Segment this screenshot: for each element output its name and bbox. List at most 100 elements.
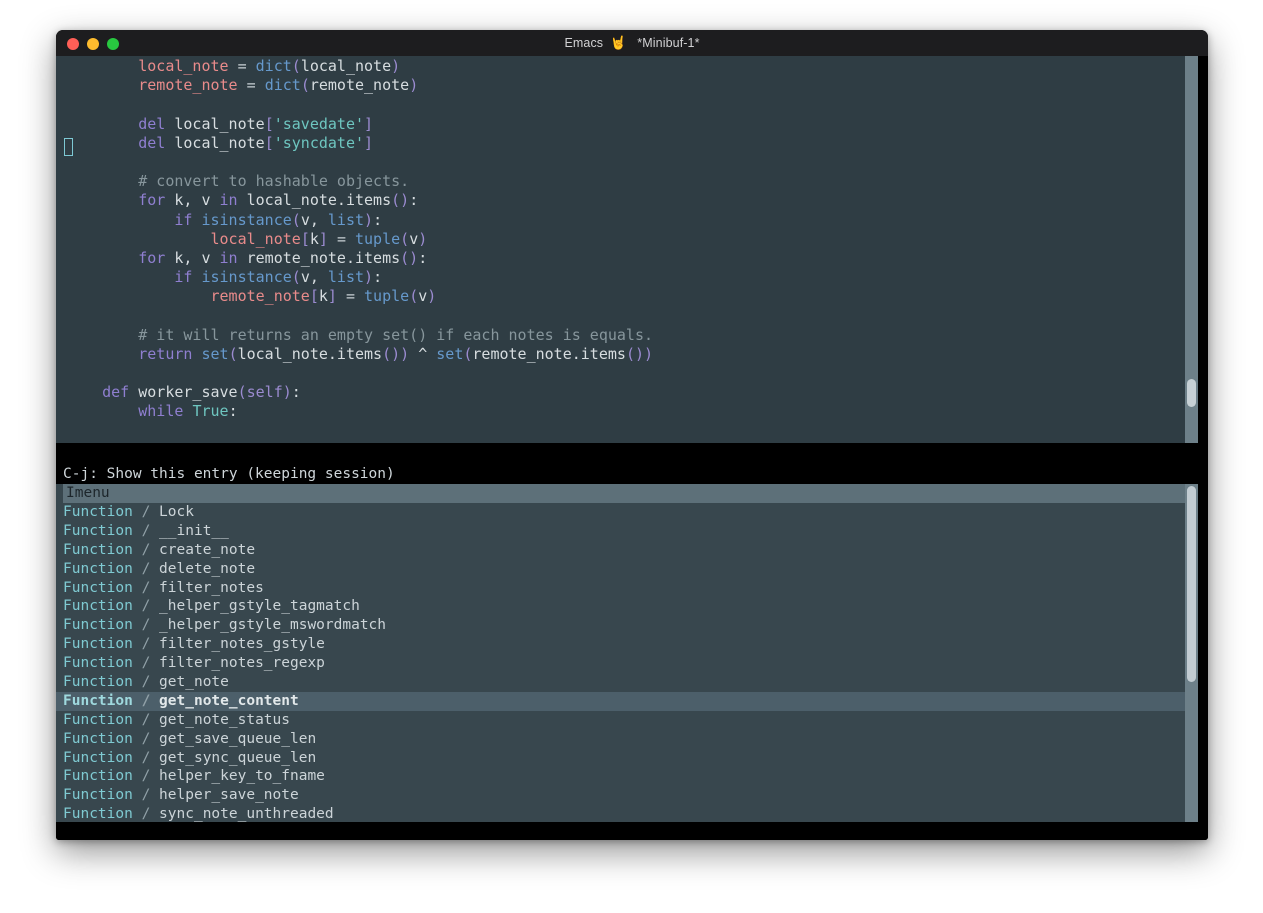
- code-right-gutter: [1198, 56, 1208, 443]
- helm-candidate-separator: /: [132, 541, 160, 558]
- helm-candidate-row[interactable]: Function / __init__: [56, 522, 1208, 541]
- helm-candidate-type: Function: [63, 636, 133, 653]
- code-line: del local_note['savedate']: [138, 114, 374, 133]
- helm-candidate-name: _helper_gstyle_tagmatch: [159, 598, 360, 615]
- helm-scrollbar[interactable]: [1185, 484, 1198, 822]
- helm-candidate-name: Lock: [159, 504, 194, 520]
- helm-scrollbar-thumb[interactable]: [1187, 486, 1196, 682]
- window-titlebar: Emacs 🤘 *Minibuf-1*: [56, 30, 1208, 56]
- mode-line: 40k 901: 0 - -:DB:work/code/nvpy/nvpy/no…: [56, 443, 1208, 464]
- helm-candidate-pane: Imenu Function / Lock Function / __init__…: [56, 484, 1208, 822]
- helm-candidate-type: Function: [63, 598, 133, 615]
- helm-candidate-separator: /: [132, 768, 160, 785]
- helm-candidate-separator: /: [132, 692, 160, 709]
- helm-candidate-name: sync_note_unthreaded: [159, 806, 334, 822]
- code-line: def worker_save(self):: [102, 383, 301, 402]
- helm-candidate-row[interactable]: Function / get_note_content: [56, 691, 1185, 711]
- code-line: if isinstance(v, list):: [174, 210, 383, 229]
- helm-candidate-name: helper_save_note: [159, 787, 299, 804]
- helm-candidate-name: __init__: [159, 522, 229, 539]
- code-line: local_note = dict(local_note): [138, 57, 401, 75]
- helm-candidate-name: delete_note: [159, 560, 256, 577]
- code-scrollbar-thumb[interactable]: [1187, 379, 1196, 407]
- helm-candidate-type: Function: [63, 617, 133, 634]
- helm-candidate-type: Function: [63, 674, 133, 691]
- code-line: # convert to hashable objects.: [138, 172, 410, 191]
- emacs-window: Emacs 🤘 *Minibuf-1* local_note = dict(lo…: [56, 30, 1208, 840]
- code-line: # it will returns an empty set() if each…: [138, 325, 654, 344]
- helm-candidate-name: get_note: [159, 674, 229, 691]
- helm-candidate-type: Function: [63, 655, 133, 672]
- left-fringe: [56, 56, 66, 443]
- helm-candidate-type: Function: [63, 749, 133, 766]
- helm-right-gutter: [1198, 484, 1208, 822]
- helm-candidate-separator: /: [132, 806, 160, 822]
- helm-candidate-type: Function: [63, 768, 133, 785]
- helm-mode-line: *helm semantic/imenu* L11 [30 Candidate(…: [56, 822, 1208, 840]
- code-line: if isinstance(v, list):: [174, 268, 383, 287]
- helm-candidate-name: create_note: [159, 541, 256, 558]
- helm-candidate-type: Function: [63, 504, 133, 520]
- helm-candidate-name: get_note_status: [159, 711, 290, 728]
- code-line: for k, v in remote_note.items():: [138, 248, 428, 267]
- helm-candidate-type: Function: [63, 692, 133, 709]
- helm-candidate-row[interactable]: Function / filter_notes: [56, 579, 1208, 598]
- code-line: del local_note['syncdate']: [138, 133, 374, 152]
- helm-candidate-separator: /: [132, 504, 160, 520]
- helm-candidate-name: _helper_gstyle_mswordmatch: [159, 617, 387, 634]
- helm-candidate-row[interactable]: Function / delete_note: [56, 560, 1208, 579]
- helm-candidate-separator: /: [132, 617, 160, 634]
- text-cursor: [64, 138, 73, 156]
- helm-candidate-type: Function: [63, 711, 133, 728]
- helm-candidate-name: get_save_queue_len: [159, 730, 317, 747]
- helm-candidate-type: Function: [63, 541, 133, 558]
- window-title: Emacs 🤘 *Minibuf-1*: [56, 30, 1208, 56]
- helm-candidate-name: get_note_content: [159, 692, 299, 709]
- code-line: return set(local_note.items()) ^ set(rem…: [138, 344, 654, 363]
- echo-area-help: C-j: Show this entry (keeping session): [56, 464, 1208, 484]
- code-buffer[interactable]: local_note = dict(local_note) remote_not…: [56, 56, 1208, 443]
- helm-candidate-separator: /: [132, 749, 160, 766]
- helm-candidate-separator: /: [132, 598, 160, 615]
- helm-candidate-type: Function: [63, 730, 133, 747]
- helm-candidate-list[interactable]: Function / Lock Function / __init__ Functi…: [56, 503, 1208, 822]
- helm-candidate-separator: /: [132, 560, 160, 577]
- helm-candidate-row[interactable]: Function / helper_save_note: [56, 786, 1208, 805]
- helm-candidate-separator: /: [132, 787, 160, 804]
- helm-candidate-type: Function: [63, 579, 133, 596]
- helm-candidate-type: Function: [63, 806, 133, 822]
- helm-candidate-row[interactable]: Function / get_note_status: [56, 711, 1208, 730]
- helm-candidate-row[interactable]: Function / filter_notes_gstyle: [56, 635, 1208, 654]
- helm-candidate-type: Function: [63, 560, 133, 577]
- helm-candidate-row[interactable]: Function / sync_note_unthreaded: [56, 805, 1208, 822]
- helm-candidate-name: filter_notes: [159, 579, 264, 596]
- code-line: local_note[k] = tuple(v): [210, 229, 428, 248]
- helm-candidate-row[interactable]: Function / get_note: [56, 673, 1208, 692]
- helm-candidate-name: filter_notes_regexp: [159, 655, 325, 672]
- code-line: remote_note[k] = tuple(v): [210, 287, 437, 306]
- helm-candidate-name: filter_notes_gstyle: [159, 636, 325, 653]
- helm-candidate-name: get_sync_queue_len: [159, 749, 317, 766]
- helm-candidate-row[interactable]: Function / filter_notes_regexp: [56, 654, 1208, 673]
- helm-candidate-row[interactable]: Function / get_sync_queue_len: [56, 749, 1208, 768]
- helm-candidate-separator: /: [132, 579, 160, 596]
- rock-hand-icon: 🤘: [610, 35, 627, 50]
- helm-candidate-row[interactable]: Function / _helper_gstyle_tagmatch: [56, 597, 1208, 616]
- helm-candidate-separator: /: [132, 674, 160, 691]
- code-scrollbar[interactable]: [1185, 56, 1198, 443]
- code-line: for k, v in local_note.items():: [138, 191, 419, 210]
- helm-candidate-row[interactable]: Function / create_note: [56, 541, 1208, 560]
- code-text: local_note = dict(local_note) remote_not…: [66, 57, 653, 422]
- helm-source-header: Imenu: [63, 484, 1191, 503]
- helm-candidate-type: Function: [63, 787, 133, 804]
- code-line: remote_note = dict(remote_note): [138, 76, 419, 95]
- helm-candidate-separator: /: [132, 655, 160, 672]
- helm-candidate-row[interactable]: Function / Lock: [56, 503, 1208, 522]
- helm-candidate-row[interactable]: Function / get_save_queue_len: [56, 730, 1208, 749]
- helm-candidate-row[interactable]: Function / helper_key_to_fname: [56, 767, 1208, 786]
- title-app-name: Emacs: [564, 36, 611, 50]
- helm-candidate-row[interactable]: Function / _helper_gstyle_mswordmatch: [56, 616, 1208, 635]
